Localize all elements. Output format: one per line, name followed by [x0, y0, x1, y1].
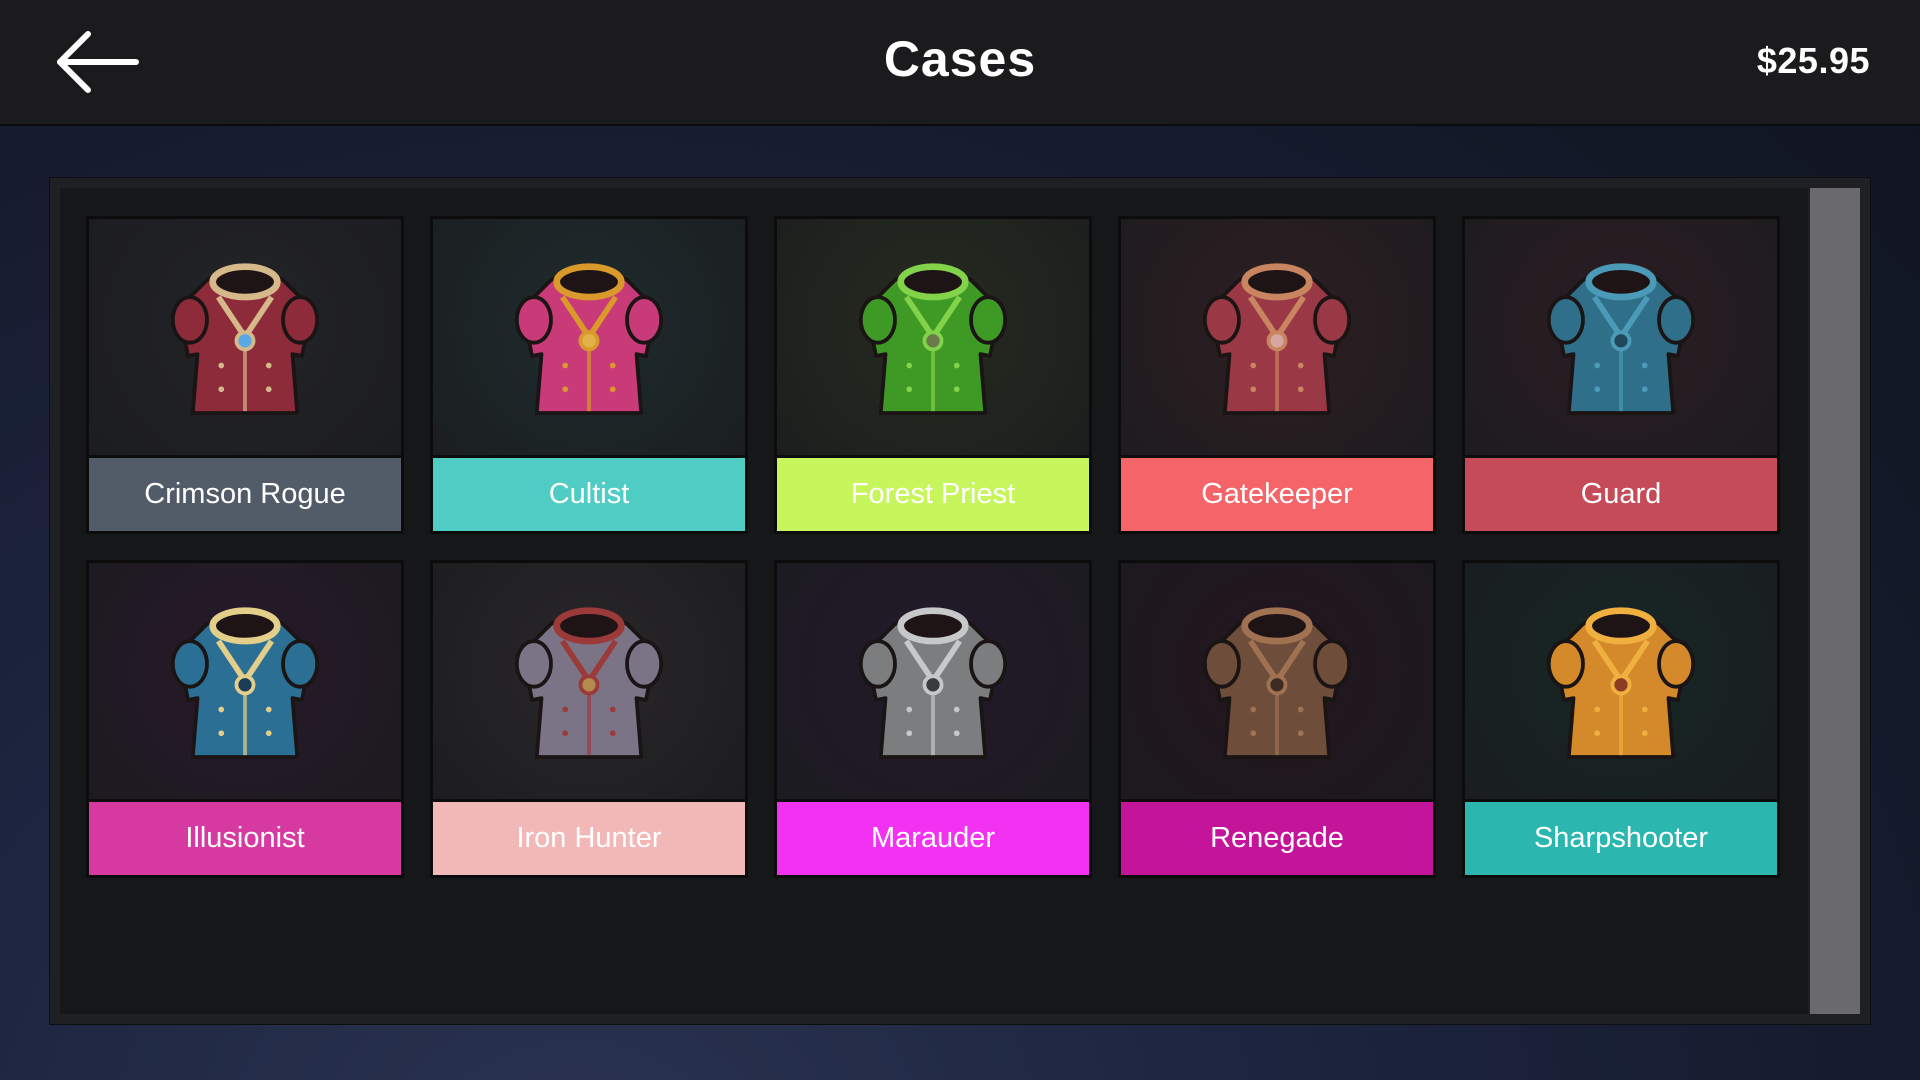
scale-armor-icon	[1202, 263, 1352, 415]
case-card-sharpshooter[interactable]: Sharpshooter	[1462, 560, 1780, 878]
case-label: Crimson Rogue	[89, 455, 401, 531]
winged-armor-icon	[170, 607, 320, 759]
case-art	[89, 563, 401, 799]
case-art	[89, 219, 401, 455]
case-card-crimson-rogue[interactable]: Crimson Rogue	[86, 216, 404, 534]
case-card-guard[interactable]: Guard	[1462, 216, 1780, 534]
spiked-plate-icon	[858, 607, 1008, 759]
case-art	[777, 563, 1089, 799]
case-card-cultist[interactable]: Cultist	[430, 216, 748, 534]
plate-armor-icon	[1546, 263, 1696, 415]
page-title: Cases	[883, 31, 1037, 87]
armor-vest-icon	[170, 263, 320, 415]
case-label: Cultist	[433, 455, 745, 531]
wallet-balance: $25.95	[1756, 40, 1870, 81]
case-label: Renegade	[1121, 799, 1433, 875]
case-card-iron-hunter[interactable]: Iron Hunter	[430, 560, 748, 878]
case-label: Marauder	[777, 799, 1089, 875]
case-art	[1121, 219, 1433, 455]
cases-panel: Crimson Rogue Cultist Forest Priest Gatekee…	[50, 178, 1870, 1024]
case-art	[1465, 563, 1777, 799]
case-label: Iron Hunter	[433, 799, 745, 875]
case-card-illusionist[interactable]: Illusionist	[86, 560, 404, 878]
case-art	[777, 219, 1089, 455]
chainmail-icon	[514, 607, 664, 759]
case-label: Sharpshooter	[1465, 799, 1777, 875]
case-label: Forest Priest	[777, 455, 1089, 531]
jacket-icon	[1546, 607, 1696, 759]
case-art	[433, 219, 745, 455]
case-label: Gatekeeper	[1121, 455, 1433, 531]
case-label: Illusionist	[89, 799, 401, 875]
case-card-renegade[interactable]: Renegade	[1118, 560, 1436, 878]
case-card-marauder[interactable]: Marauder	[774, 560, 1092, 878]
leather-armor-icon	[1202, 607, 1352, 759]
case-grid: Crimson Rogue Cultist Forest Priest Gatekee…	[86, 216, 1780, 878]
top-bar: Cases $25.95	[0, 0, 1920, 126]
robe-icon	[514, 263, 664, 415]
hooded-cloak-icon	[858, 263, 1008, 415]
case-art	[433, 563, 745, 799]
case-art	[1465, 219, 1777, 455]
scrollbar-thumb[interactable]	[1810, 188, 1860, 1014]
scrollbar-track[interactable]	[1808, 188, 1860, 1014]
case-card-gatekeeper[interactable]: Gatekeeper	[1118, 216, 1436, 534]
case-art	[1121, 563, 1433, 799]
case-card-forest-priest[interactable]: Forest Priest	[774, 216, 1092, 534]
case-label: Guard	[1465, 455, 1777, 531]
